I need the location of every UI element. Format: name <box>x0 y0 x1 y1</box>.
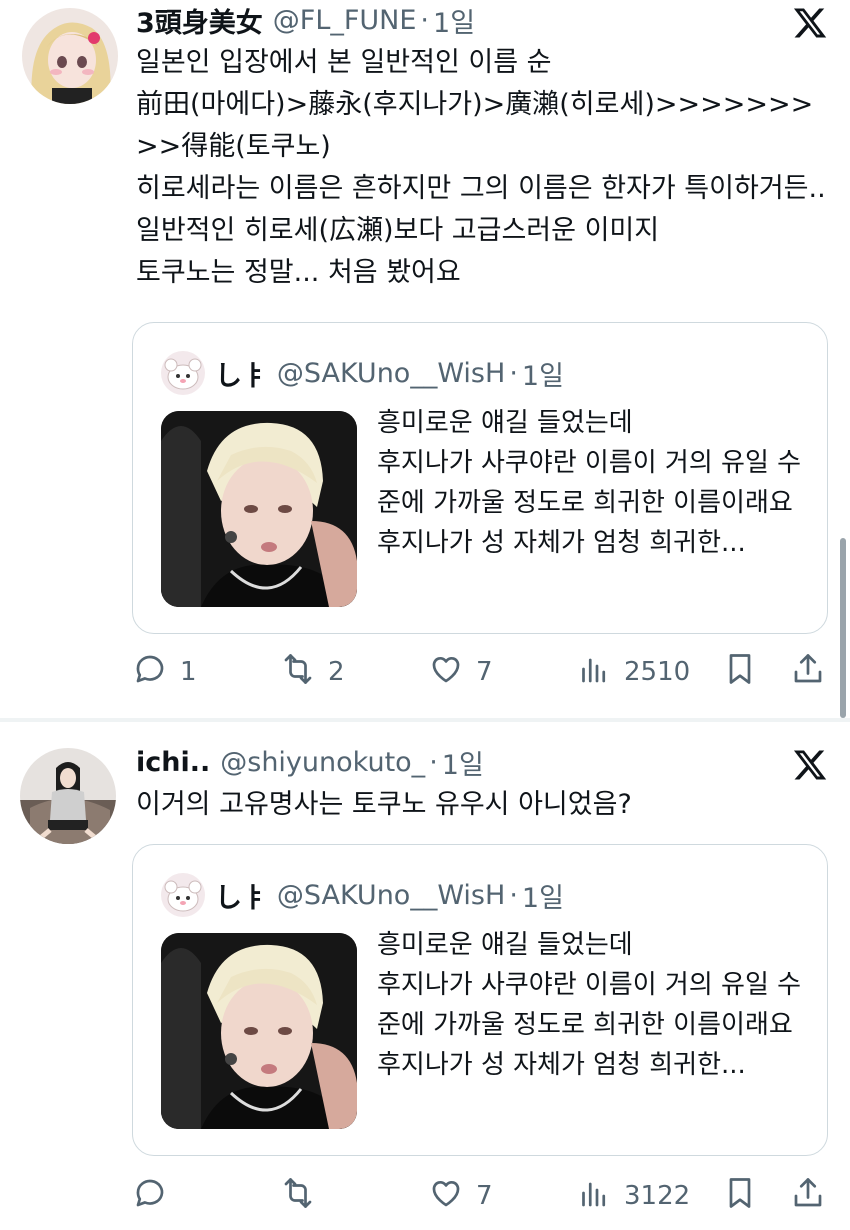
retweet-icon <box>280 1175 316 1218</box>
tweet-text: 일본인 입장에서 본 일반적인 이름 순 前田(마에다)>藤永(후지나가)>廣瀨… <box>136 47 826 288</box>
quote-avatar <box>161 873 205 917</box>
views-button[interactable]: 3122 <box>576 1174 690 1218</box>
retweet-button[interactable]: 2 <box>280 650 345 694</box>
separator: · <box>509 357 518 389</box>
share-icon <box>790 1175 826 1218</box>
quoted-tweet[interactable]: しㅑ @SAKUno__WisH · 1일 흥미로운 얘길 들었는데 후지나가 … <box>132 844 828 1156</box>
views-icon <box>576 651 612 694</box>
bookmark-button[interactable] <box>722 650 758 694</box>
avatar[interactable] <box>20 748 116 844</box>
tweet[interactable]: 3頭身美女 @FL_FUNE · 1일 일본인 입장에서 본 일반적인 이름 순… <box>0 0 850 718</box>
quote-author-name: しㅑ <box>215 882 267 914</box>
views-count: 3122 <box>624 1181 691 1211</box>
like-count: 7 <box>476 657 493 687</box>
like-button[interactable]: 7 <box>428 650 493 694</box>
timestamp[interactable]: 1일 <box>433 1 475 40</box>
tweet-text: 이거의 고유명사는 토쿠노 유우시 아니었음? <box>136 789 632 820</box>
scrollbar[interactable] <box>840 538 846 718</box>
quote-photo[interactable] <box>161 411 357 607</box>
separator: · <box>509 879 518 911</box>
share-button[interactable] <box>790 1174 826 1218</box>
quote-author-handle: @SAKUno__WisH <box>276 357 506 389</box>
quoted-tweet[interactable]: しㅑ @SAKUno__WisH · 1일 흥미로운 얘길 들었는데 후지나가 … <box>132 322 828 634</box>
tweet-header: ichi.. @shiyunokuto_ · 1일 <box>136 742 484 782</box>
views-icon <box>576 1175 612 1218</box>
bookmark-icon <box>722 1175 758 1218</box>
quote-text: 흥미로운 얘길 들었는데 후지나가 사쿠야란 이름이 거의 유일 수준에 가까울… <box>377 408 802 558</box>
reply-button[interactable] <box>132 1174 180 1218</box>
reply-button[interactable]: 1 <box>132 650 197 694</box>
views-count: 2510 <box>624 657 691 687</box>
quote-timestamp: 1일 <box>521 882 564 914</box>
author-name[interactable]: 3頭身美女 <box>136 1 263 40</box>
bookmark-button[interactable] <box>722 1174 758 1218</box>
quote-timestamp: 1일 <box>521 360 564 392</box>
views-button[interactable]: 2510 <box>576 650 690 694</box>
quote-text: 흥미로운 얘길 들었는데 후지나가 사쿠야란 이름이 거의 유일 수준에 가까울… <box>377 930 802 1080</box>
heart-icon <box>428 1175 464 1218</box>
quote-header: しㅑ @SAKUno__WisH · 1일 <box>161 873 564 917</box>
bookmark-icon <box>722 651 758 694</box>
tweet-header: 3頭身美女 @FL_FUNE · 1일 <box>136 0 475 40</box>
quote-author-name: しㅑ <box>215 360 267 392</box>
x-logo-icon[interactable] <box>792 747 828 783</box>
author-handle[interactable]: @shiyunokuto_ <box>220 747 425 778</box>
heart-icon <box>428 651 464 694</box>
avatar[interactable] <box>22 8 118 104</box>
author-handle[interactable]: @FL_FUNE <box>273 5 417 36</box>
author-name[interactable]: ichi.. <box>136 747 210 778</box>
like-button[interactable]: 7 <box>428 1174 493 1218</box>
timestamp[interactable]: 1일 <box>442 743 484 782</box>
quote-header: しㅑ @SAKUno__WisH · 1일 <box>161 351 564 395</box>
action-bar: 7 3122 <box>132 1174 832 1218</box>
separator: · <box>420 4 430 36</box>
separator: · <box>429 746 438 778</box>
quote-author-handle: @SAKUno__WisH <box>276 879 506 911</box>
quote-avatar <box>161 351 205 395</box>
x-logo-icon[interactable] <box>792 5 828 41</box>
reply-icon <box>132 651 168 694</box>
like-count: 7 <box>476 1181 493 1211</box>
share-button[interactable] <box>790 650 826 694</box>
reply-icon <box>132 1175 168 1218</box>
retweet-icon <box>280 651 316 694</box>
reply-count: 1 <box>180 657 197 687</box>
action-bar: 1 2 7 2510 <box>132 650 832 694</box>
share-icon <box>790 651 826 694</box>
tweet[interactable]: ichi.. @shiyunokuto_ · 1일 이거의 고유명사는 토쿠노 … <box>0 722 850 1230</box>
retweet-button[interactable] <box>280 1174 328 1218</box>
retweet-count: 2 <box>328 657 345 687</box>
quote-photo[interactable] <box>161 933 357 1129</box>
